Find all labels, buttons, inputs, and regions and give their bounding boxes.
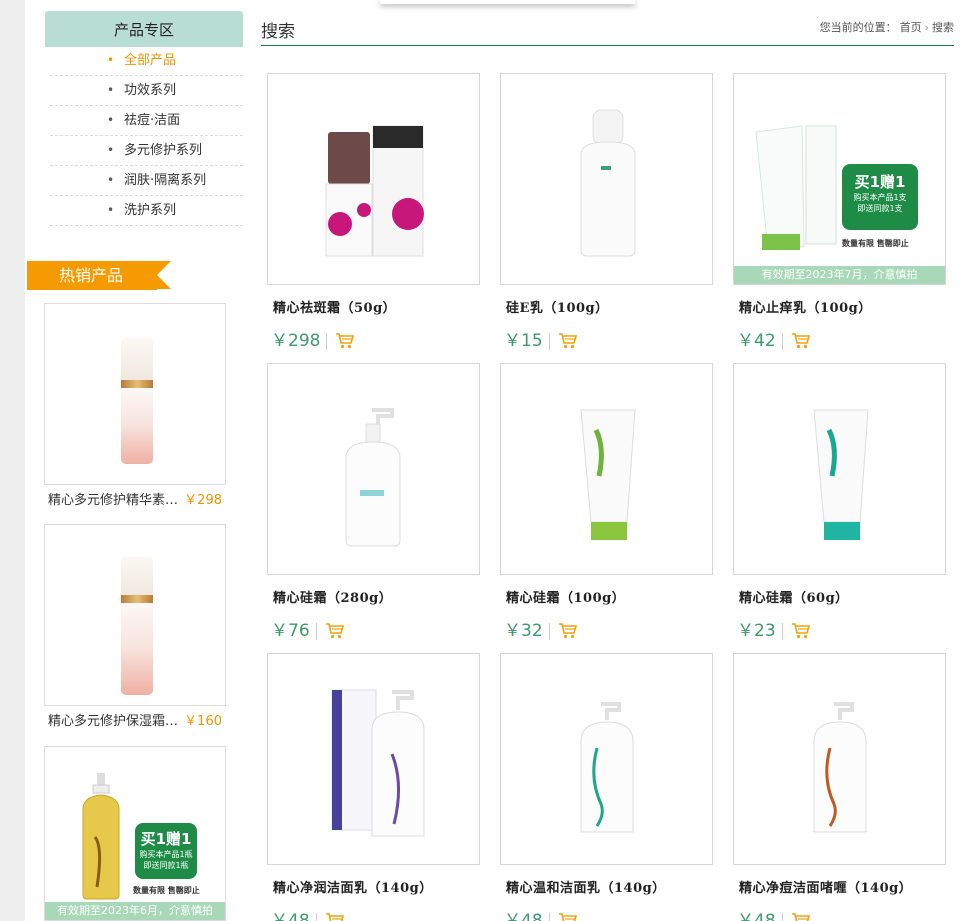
promo-title: 买1赠1 — [854, 173, 906, 191]
product-card[interactable]: 买1赠1 购买本产品1支 即送同款1支 数量有限 售罄即止 有效期至2023年7… — [733, 73, 946, 353]
product-card[interactable]: 精心祛斑霜（50g） ￥298 — [267, 73, 480, 353]
product-price: ￥298 — [271, 332, 328, 350]
promo-note: 数量有限 售罄即止 — [133, 886, 200, 895]
product-card[interactable]: 精心硅霜（60g） ￥23 — [733, 363, 946, 643]
category-item-care[interactable]: 洗护系列 — [50, 196, 243, 226]
category-item-acne[interactable]: 祛痘·洁面 — [50, 106, 243, 136]
product-name[interactable]: 精心硅霜（60g） — [733, 587, 946, 606]
category-item-efficacy[interactable]: 功效系列 — [50, 76, 243, 106]
breadcrumb-current: 搜索 — [932, 21, 954, 34]
pump-bottle-icon — [331, 689, 425, 837]
product-name[interactable]: 精心净痘洁面啫喱（140g） — [733, 877, 946, 896]
product-name[interactable]: 精心温和洁面乳（140g） — [500, 877, 713, 896]
breadcrumb-home[interactable]: 首页 — [900, 19, 922, 35]
product-card[interactable]: 硅E乳（100g） ￥15 — [500, 73, 713, 353]
category-item-all[interactable]: 全部产品 — [50, 46, 243, 76]
shopping-cart-icon[interactable] — [325, 912, 345, 921]
lotion-bottle-icon — [580, 109, 636, 257]
product-price: ￥42 — [737, 332, 783, 350]
breadcrumb-prefix: 您当前的位置： — [819, 21, 897, 34]
product-image[interactable] — [733, 363, 946, 575]
pump-bottle-icon — [345, 408, 401, 547]
category-item-repair[interactable]: 多元修护系列 — [50, 136, 243, 166]
product-name[interactable]: 精心祛斑霜（50g） — [267, 297, 480, 316]
cream-jar-icon — [325, 125, 424, 257]
promo-bar: 有效期至2023年7月，介意慎拍 — [734, 266, 945, 284]
hot-product-name[interactable]: 精心多元修护保湿霜… — [48, 712, 178, 732]
product-image[interactable] — [500, 653, 713, 865]
shopping-cart-icon[interactable] — [558, 332, 578, 350]
shopping-cart-icon[interactable] — [791, 912, 811, 921]
product-image[interactable]: 买1赠1 购买本产品1支 即送同款1支 数量有限 售罄即止 有效期至2023年7… — [733, 73, 946, 285]
hot-product-card[interactable]: 精心多元修护保湿霜… ￥160 — [44, 524, 226, 732]
pump-bottle-icon — [813, 702, 867, 833]
shopping-cart-icon[interactable] — [558, 912, 578, 921]
product-name[interactable]: 精心硅霜（280g） — [267, 587, 480, 606]
product-image[interactable] — [733, 653, 946, 865]
product-card[interactable]: 精心硅霜（100g） ￥32 — [500, 363, 713, 643]
shopping-cart-icon[interactable] — [558, 622, 578, 640]
product-name[interactable]: 硅E乳（100g） — [500, 297, 713, 316]
shopping-cart-icon[interactable] — [791, 332, 811, 350]
promo-line: 即送同款1支 — [857, 204, 903, 213]
tube-icon — [813, 409, 869, 540]
product-price: ￥48 — [504, 912, 550, 921]
product-image[interactable] — [500, 73, 713, 285]
hot-products-tab: 热销产品 — [27, 261, 171, 290]
product-price: ￥15 — [504, 332, 550, 350]
product-name[interactable]: 精心净润洁面乳（140g） — [267, 877, 480, 896]
pump-bottle-icon — [580, 702, 634, 833]
hot-product-price: ￥160 — [184, 714, 222, 729]
promo-line: 即送同款1瓶 — [143, 861, 189, 870]
product-price: ￥76 — [271, 622, 317, 640]
popup-edge — [380, 0, 635, 4]
hot-product-card[interactable]: 精心多元修护精华素… ￥298 — [44, 303, 226, 511]
shopping-cart-icon[interactable] — [791, 622, 811, 640]
hot-product-image[interactable] — [44, 524, 226, 706]
category-list: 全部产品 功效系列 祛痘·洁面 多元修护系列 润肤·隔离系列 洗护系列 — [50, 46, 243, 226]
title-divider — [261, 45, 954, 46]
shopping-cart-icon[interactable] — [325, 622, 345, 640]
product-image[interactable] — [267, 73, 480, 285]
shopping-cart-icon[interactable] — [335, 332, 355, 350]
category-item-moisture[interactable]: 润肤·隔离系列 — [50, 166, 243, 196]
product-image[interactable] — [267, 363, 480, 575]
sidebar: 产品专区 全部产品 功效系列 祛痘·洁面 多元修护系列 润肤·隔离系列 洗护系列… — [25, 0, 243, 921]
promo-line: 购买本产品1瓶 — [139, 850, 193, 859]
chevron-right-icon: › — [924, 20, 929, 34]
page-title: 搜索 — [261, 22, 295, 42]
main-content: 搜索 您当前的位置： 首页 › 搜索 精心祛斑霜（50g） ￥298 硅E乳（1… — [243, 0, 975, 921]
product-image[interactable] — [267, 653, 480, 865]
promo-line: 购买本产品1支 — [853, 193, 907, 202]
product-price: ￥48 — [737, 912, 783, 921]
hot-product-name[interactable]: 精心多元修护精华素… — [48, 491, 178, 511]
tube-icon — [580, 409, 636, 540]
product-name[interactable]: 精心止痒乳（100g） — [733, 297, 946, 316]
promo-bar: 有效期至2023年6月，介意慎拍 — [45, 902, 225, 920]
product-name[interactable]: 精心硅霜（100g） — [500, 587, 713, 606]
product-price: ￥32 — [504, 622, 550, 640]
promo-title: 买1赠1 — [140, 830, 192, 848]
hot-product-image[interactable]: 买1赠1 购买本产品1瓶 即送同款1瓶 数量有限 售罄即止 有效期至2023年6… — [44, 746, 226, 921]
promo-note: 数量有限 售罄即止 — [842, 239, 909, 248]
product-price: ￥48 — [271, 912, 317, 921]
product-card[interactable]: 精心硅霜（280g） ￥76 — [267, 363, 480, 643]
product-card[interactable]: 精心温和洁面乳（140g） ￥48 — [500, 653, 713, 921]
hot-product-price: ￥298 — [184, 493, 222, 508]
product-card[interactable]: 精心净润洁面乳（140g） ￥48 — [267, 653, 480, 921]
hot-product-card[interactable]: 买1赠1 购买本产品1瓶 即送同款1瓶 数量有限 售罄即止 有效期至2023年6… — [44, 746, 226, 921]
category-header: 产品专区 — [45, 11, 243, 47]
breadcrumb: 您当前的位置： 首页 › 搜索 — [820, 19, 954, 35]
product-card[interactable]: 精心净痘洁面啫喱（140g） ￥48 — [733, 653, 946, 921]
hot-product-image[interactable] — [44, 303, 226, 485]
product-image[interactable] — [500, 363, 713, 575]
product-price: ￥23 — [737, 622, 783, 640]
